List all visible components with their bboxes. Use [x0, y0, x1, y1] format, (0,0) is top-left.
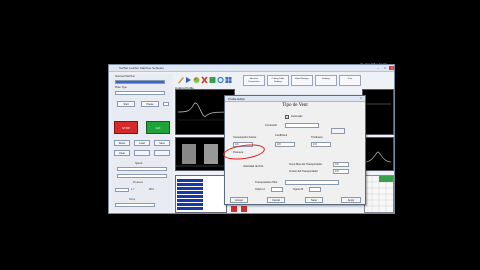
dialog-close-button[interactable]: × — [358, 96, 364, 101]
row-label-1: Temp Max del Transportador — [289, 163, 323, 166]
record-button-2[interactable] — [241, 206, 247, 212]
red-circle-annotation — [222, 142, 266, 162]
refresh-icon[interactable] — [217, 76, 224, 84]
toolbar: Machine Parameters Cutting Table Setting… — [175, 74, 394, 88]
row-field-1[interactable]: 0.0 — [333, 162, 349, 167]
plate-type-field[interactable] — [115, 91, 165, 95]
option-a-label: Option A — [255, 188, 265, 191]
machine-params-button[interactable]: Machine Parameters — [243, 75, 265, 86]
table-row[interactable] — [177, 195, 203, 198]
app-titlebar: SofTac Leather Machine Software – □ × — [109, 65, 394, 72]
option-button[interactable] — [134, 150, 150, 156]
edit-icon[interactable] — [177, 76, 184, 84]
row-field-2[interactable]: 0.0 — [333, 169, 349, 174]
maximize-button[interactable]: □ — [382, 66, 388, 70]
profile-dialog: Profile Editor × Tipo de Vent • Automati… — [222, 95, 366, 205]
lower-label: Transportation Pilot — [255, 181, 278, 184]
stop-button[interactable]: STOP — [114, 121, 138, 134]
option-a-field[interactable] — [271, 187, 283, 192]
palette-icon[interactable] — [193, 76, 200, 84]
start-button[interactable]: Start — [117, 101, 135, 107]
section-label: Selected Machine — [115, 75, 135, 78]
clear-button[interactable]: Clear — [114, 150, 130, 156]
cutting-table-button[interactable]: Cutting Table Settings — [267, 75, 289, 86]
load-button[interactable]: Load — [134, 140, 150, 146]
table-row[interactable] — [177, 183, 203, 186]
graph-bottom-right — [362, 137, 394, 171]
value-field-1[interactable] — [115, 188, 129, 192]
dialog-save-button[interactable]: Save — [305, 197, 323, 203]
table-row[interactable] — [177, 203, 203, 206]
temp-label: Temp — [129, 198, 136, 201]
save-button[interactable]: Save — [154, 140, 170, 146]
speed-field-2[interactable] — [117, 174, 167, 178]
video-frame: IP: 192.168.1.20 OK SofTac Leather Machi… — [0, 0, 480, 270]
go-label: GO — [155, 126, 161, 130]
dialog-title: Profile Editor — [228, 97, 246, 101]
temp-field[interactable] — [115, 203, 155, 207]
contenido-field[interactable] — [285, 123, 319, 128]
value-2: 88.0 — [149, 188, 154, 191]
group-label-2: Coefficient — [275, 134, 288, 137]
sub-label: Velocidad del Filo — [243, 165, 264, 168]
reset-button[interactable]: Reset — [114, 140, 130, 146]
record-button[interactable] — [231, 206, 237, 212]
grid-lines — [365, 176, 393, 212]
graph-right — [362, 89, 394, 135]
option-button-2[interactable] — [154, 150, 170, 156]
pause-button[interactable]: Pause — [141, 101, 159, 107]
bottom-controls — [229, 205, 269, 213]
machine-select[interactable] — [115, 80, 165, 84]
arrow-icon[interactable] — [185, 76, 192, 84]
pressure-label: Pressure — [133, 181, 144, 184]
speed-field[interactable] — [117, 167, 167, 171]
graph-bottom-right-plot — [364, 151, 392, 163]
data-table[interactable] — [175, 175, 227, 213]
cancel-button[interactable]: Cancel — [267, 197, 285, 203]
small-field[interactable] — [163, 102, 169, 106]
table-row[interactable] — [177, 187, 203, 190]
value-field-c[interactable]: 0.0 — [311, 142, 331, 147]
automatic-radio[interactable]: • — [285, 115, 289, 119]
app-title: SofTac Leather Machine Software — [119, 66, 165, 70]
contenido-label: Contenido — [265, 124, 277, 127]
table-row[interactable] — [177, 207, 203, 210]
option-b-field[interactable] — [309, 187, 321, 192]
group-label-3: Thickness — [311, 136, 323, 139]
apply-button[interactable]: Apply — [341, 197, 361, 203]
left-panel: Selected Machine Plate Type Start Pause … — [111, 74, 173, 212]
graph-right-plot — [365, 103, 391, 105]
table-row[interactable] — [177, 179, 203, 182]
table-row[interactable] — [177, 199, 203, 202]
delete-icon[interactable] — [201, 76, 208, 84]
settings-button[interactable]: Settings — [315, 75, 337, 86]
head-settings-button[interactable]: Head Settings — [291, 75, 313, 86]
circled-label: Pressure — [233, 151, 244, 154]
stop-label: STOP — [121, 126, 131, 130]
value-1: 1.7 — [131, 188, 135, 191]
right-grid[interactable] — [364, 175, 394, 213]
lower-field[interactable] — [285, 180, 339, 185]
automatic-label: Automatic — [291, 115, 303, 118]
group-label-1: Consumption Factor — [233, 136, 257, 139]
print-button[interactable]: Print — [339, 75, 361, 86]
table-row[interactable] — [177, 191, 203, 194]
row-label-2: Grosor del Transportador — [289, 170, 318, 173]
option-b-label: Option B — [293, 188, 304, 191]
grid-icon[interactable] — [209, 76, 216, 84]
field-label: Plate Type — [115, 86, 127, 89]
close-button[interactable]: × — [389, 66, 394, 70]
dialog-small-button[interactable] — [331, 128, 345, 134]
value-field-b[interactable]: 0.0 — [275, 142, 295, 147]
dialog-heading: Tipo de Vent — [282, 103, 308, 108]
table-icon[interactable] — [225, 76, 232, 84]
accept-button[interactable]: Accept — [230, 197, 248, 203]
speed-label: Speed — [135, 162, 143, 165]
minimize-button[interactable]: – — [375, 66, 381, 70]
go-button[interactable]: GO — [146, 121, 170, 134]
dialog-titlebar: Profile Editor × — [225, 96, 365, 102]
